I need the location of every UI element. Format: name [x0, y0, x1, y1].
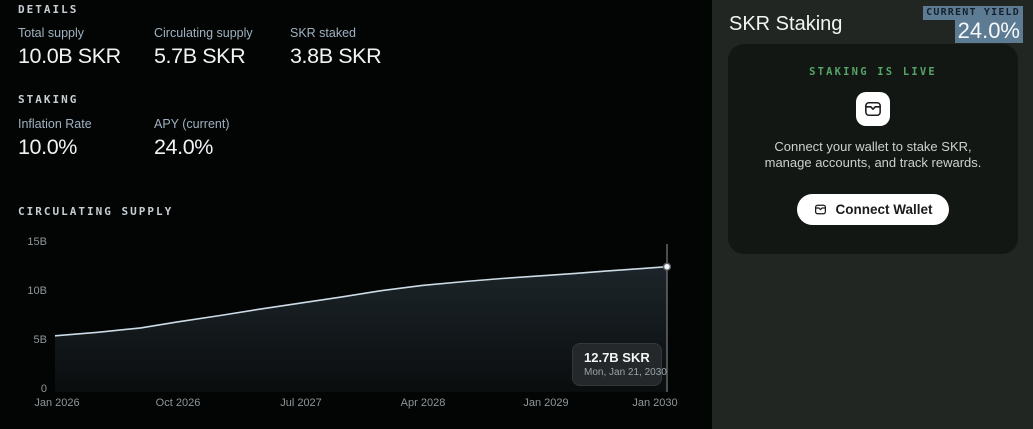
- connect-wallet-description: Connect your wallet to stake SKR, manage…: [755, 139, 991, 171]
- connect-wallet-label: Connect Wallet: [835, 202, 932, 217]
- x-axis-tick: Apr 2028: [401, 397, 446, 409]
- y-axis-tick: 0: [0, 383, 47, 395]
- connect-wallet-button[interactable]: Connect Wallet: [797, 194, 948, 225]
- tooltip-value: 12.7B SKR: [584, 350, 650, 365]
- current-yield-block: CURRENT YIELD 24.0%: [923, 2, 1023, 43]
- x-axis-tick: Jul 2027: [280, 397, 322, 409]
- chart-tooltip: 12.7B SKR Mon, Jan 21, 2030: [572, 343, 662, 386]
- x-axis-tick: Jan 2029: [523, 397, 568, 409]
- staking-live-status: STAKING IS LIVE: [809, 66, 937, 78]
- wallet-icon: [856, 92, 890, 126]
- x-axis-tick: Oct 2026: [156, 397, 201, 409]
- skr-staking-panel: SKR Staking CURRENT YIELD 24.0% STAKING …: [712, 0, 1033, 429]
- connect-wallet-card: STAKING IS LIVE Connect your wallet to s…: [728, 44, 1018, 254]
- crosshair-dot: [664, 263, 671, 270]
- x-axis-tick: Jan 2026: [34, 397, 79, 409]
- details-section: DETAILS Total supply 10.0B SKR Circulati…: [0, 0, 712, 429]
- wallet-button-icon: [813, 202, 828, 217]
- staking-dashboard: DETAILS Total supply 10.0B SKR Circulati…: [0, 0, 1033, 429]
- y-axis-tick: 5B: [0, 334, 47, 346]
- x-axis-tick: Jan 2030: [632, 397, 677, 409]
- tooltip-date: Mon, Jan 21, 2030: [584, 367, 650, 379]
- y-axis-tick: 10B: [0, 285, 47, 297]
- circulating-supply-chart[interactable]: 15B 10B 5B 0 Jan 2026 Oct 2026 Jul 2027 …: [0, 0, 712, 429]
- panel-title: SKR Staking: [729, 13, 842, 36]
- y-axis-tick: 15B: [0, 236, 47, 248]
- current-yield-value: 24.0%: [955, 20, 1023, 43]
